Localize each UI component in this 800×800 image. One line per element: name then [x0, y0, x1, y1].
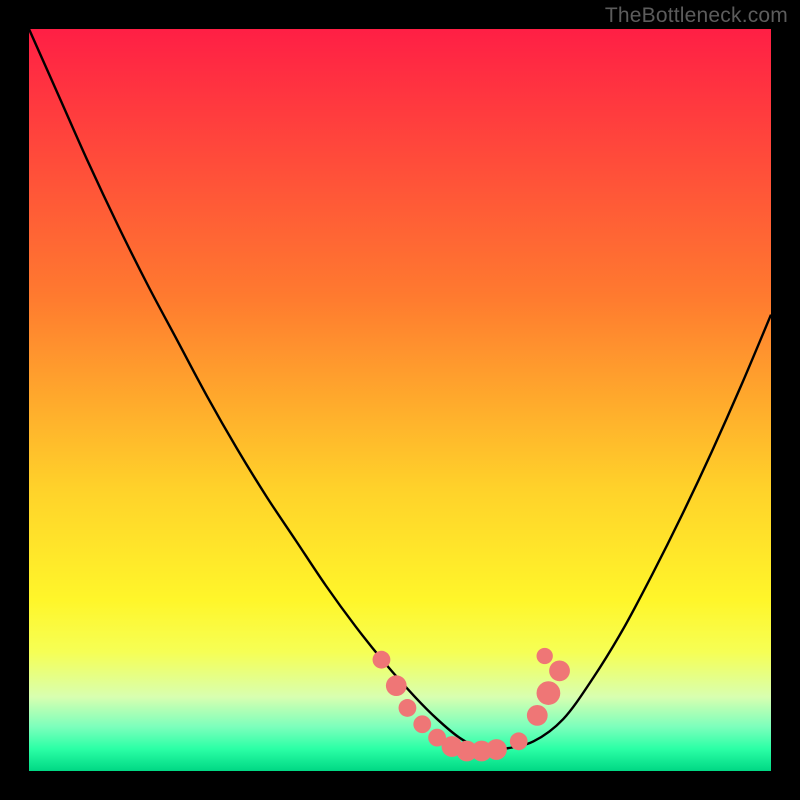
- marker-dot: [527, 705, 548, 726]
- marker-dot: [486, 739, 507, 760]
- markers: [373, 648, 570, 762]
- marker-dot: [537, 681, 561, 705]
- chart-frame: TheBottleneck.com: [0, 0, 800, 800]
- curve-layer: [29, 29, 771, 771]
- marker-dot: [537, 648, 553, 664]
- plot-area: [29, 29, 771, 771]
- marker-dot: [386, 675, 407, 696]
- watermark-text: TheBottleneck.com: [605, 4, 788, 28]
- marker-dot: [549, 660, 570, 681]
- marker-dot: [399, 699, 417, 717]
- marker-dot: [510, 732, 528, 750]
- marker-dot: [413, 715, 431, 733]
- bottleneck-curve: [29, 29, 771, 750]
- marker-dot: [373, 651, 391, 669]
